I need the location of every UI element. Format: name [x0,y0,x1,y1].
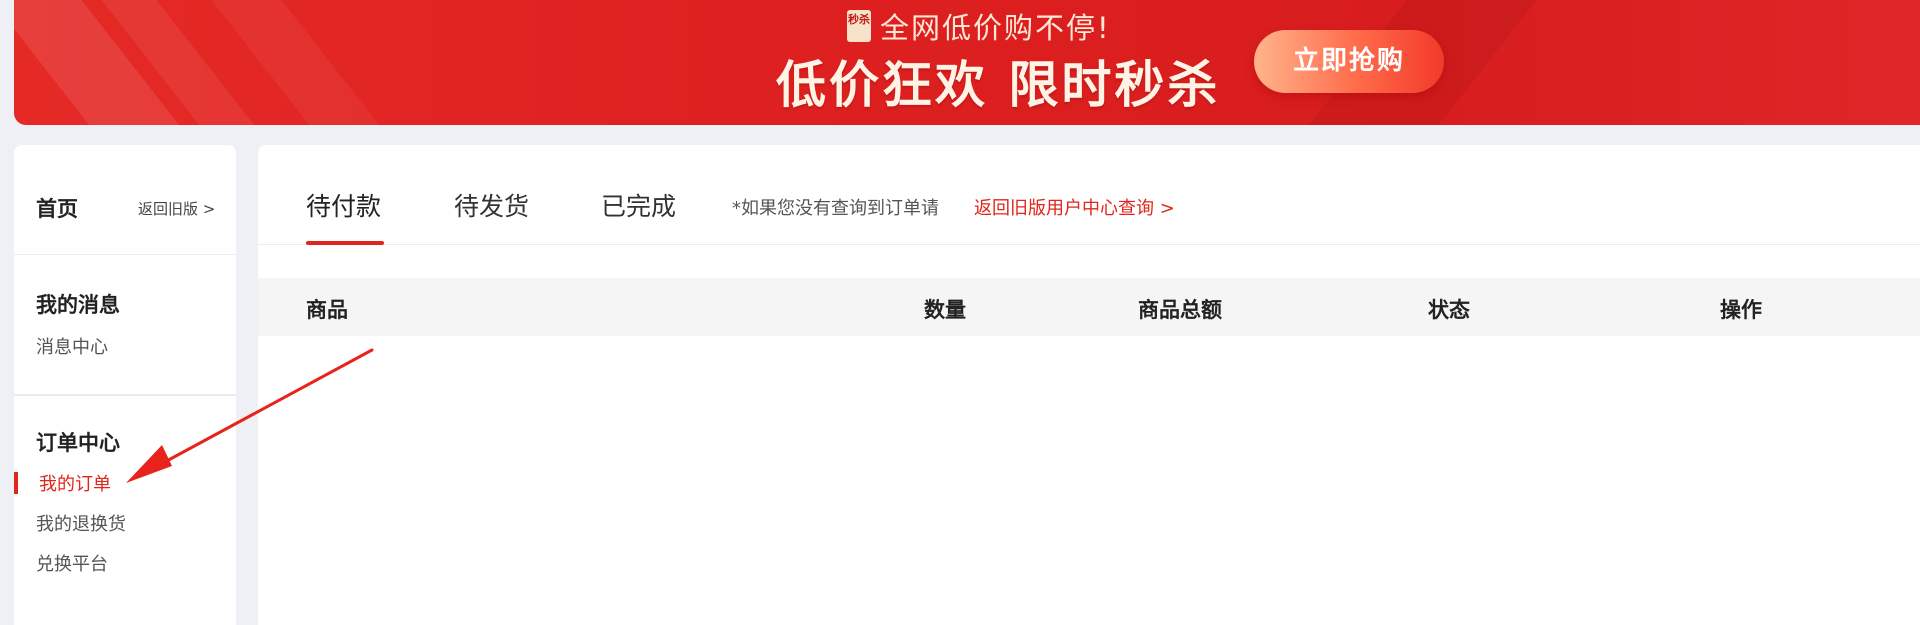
active-tab-underline [306,241,384,245]
tab-pending-payment[interactable]: 待付款 [306,187,381,223]
return-old-version-link[interactable]: 返回旧版 > [138,198,215,219]
sidebar-section-messages: 我的消息 消息中心 [14,255,236,395]
active-indicator [14,472,18,494]
sidebar-section-title: 我的消息 [36,293,120,317]
column-header-quantity: 数量 [924,298,966,322]
column-header-status: 状态 [1428,298,1470,322]
promo-banner[interactable]: 秒杀 全网低价购不停! 低价狂欢 限时秒杀 立即抢购 [14,0,1920,125]
column-header-total: 商品总额 [1138,298,1222,322]
order-notice-text: *如果您没有查询到订单请 [732,198,939,219]
sidebar-section-title: 订单中心 [36,431,120,455]
old-user-center-link[interactable]: 返回旧版用户中心查询 > [974,194,1175,220]
sidebar-home-row: 首页 返回旧版 > [14,145,236,255]
sidebar-item-exchange-platform[interactable]: 兑换平台 [36,550,108,576]
banner-headline: 低价狂欢 限时秒杀 [776,56,1221,114]
tab-pending-shipment[interactable]: 待发货 [454,187,529,223]
sidebar-nav: 首页 返回旧版 > 我的消息 消息中心 订单中心 我的订单 我的退换货 兑换平台 [14,145,236,625]
sidebar-item-message-center[interactable]: 消息中心 [36,333,108,359]
column-header-product: 商品 [306,298,348,322]
banner-tagline: 全网低价购不停! [880,11,1111,45]
sidebar-item-my-orders[interactable]: 我的订单 [39,470,111,496]
flash-sale-tag-icon: 秒杀 [847,10,871,42]
column-header-actions: 操作 [1720,298,1762,322]
order-status-tabs: 待付款 待发货 已完成 *如果您没有查询到订单请 返回旧版用户中心查询 > [258,145,1920,245]
sidebar-section-orders: 订单中心 我的订单 我的退换货 兑换平台 [14,395,236,575]
sidebar-home-link[interactable]: 首页 [36,193,78,223]
sidebar-item-returns[interactable]: 我的退换货 [36,510,126,536]
orders-table-header: 商品 数量 商品总额 状态 操作 [258,278,1920,336]
buy-now-button[interactable]: 立即抢购 [1254,30,1444,93]
orders-panel: 待付款 待发货 已完成 *如果您没有查询到订单请 返回旧版用户中心查询 > 商品… [258,145,1920,625]
tab-completed[interactable]: 已完成 [601,187,676,223]
